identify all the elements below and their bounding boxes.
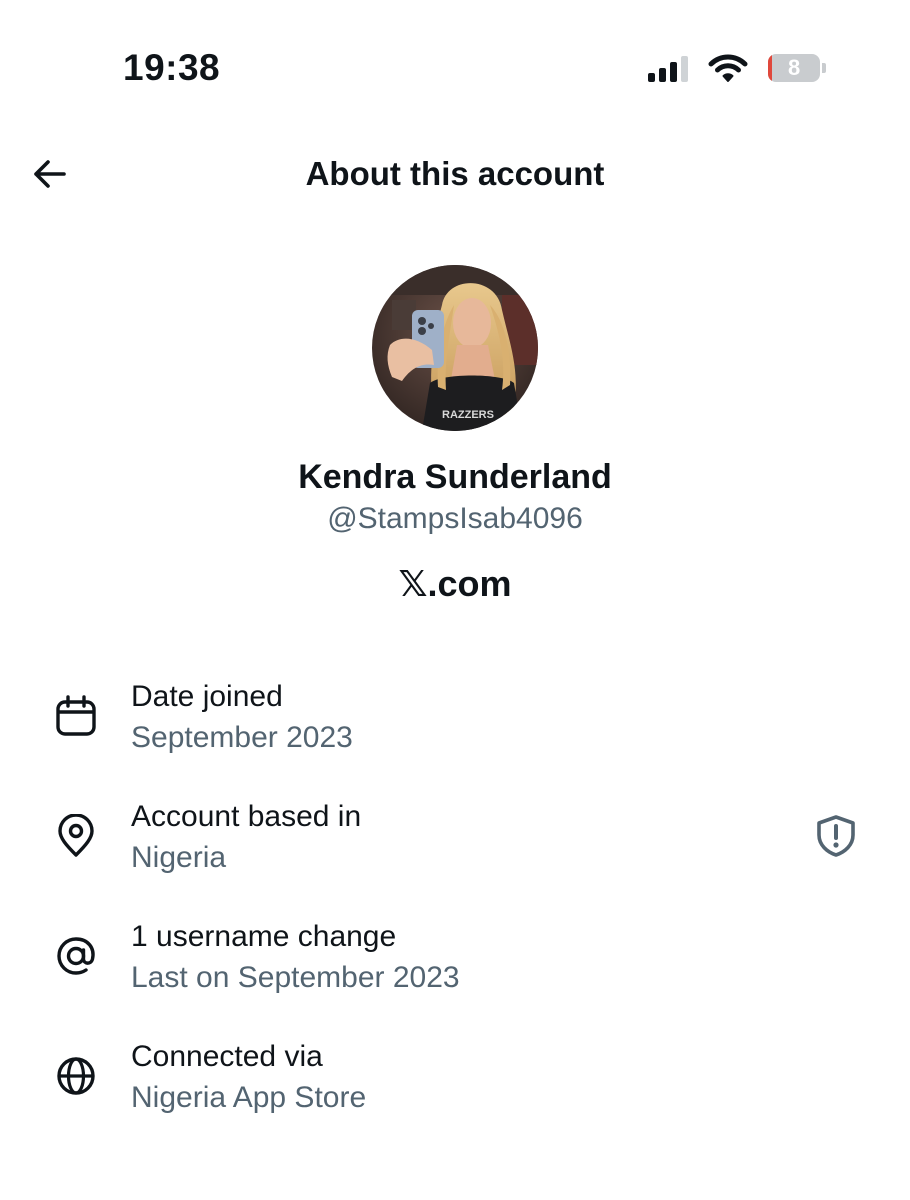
status-time: 19:38 — [123, 47, 221, 88]
info-title: Connected via — [131, 1040, 323, 1073]
site-label: 𝕏.com — [398, 563, 512, 604]
username-handle: @StampsIsab4096 — [327, 502, 583, 535]
info-title: Date joined — [131, 680, 283, 713]
info-row-connected-via: Connected via Nigeria App Store — [0, 1038, 910, 1134]
info-value: September 2023 — [131, 721, 353, 754]
calendar-icon — [56, 695, 96, 736]
info-value: Last on September 2023 — [131, 961, 460, 994]
avatar-shirt-text: RAZZERS — [442, 409, 494, 421]
battery-percentage: 8 — [787, 55, 801, 80]
status-icons: 8 — [648, 50, 826, 86]
shield-alert-icon[interactable] — [814, 814, 858, 858]
wifi-icon — [708, 54, 748, 82]
info-value: Nigeria App Store — [131, 1081, 367, 1114]
page-title: About this account — [305, 155, 605, 192]
cellular-signal-icon — [648, 54, 688, 82]
info-row-account-based-in: Account based in Nigeria — [0, 798, 910, 894]
info-value: Nigeria — [131, 841, 227, 874]
info-row-username-change: 1 username change Last on September 2023 — [0, 918, 910, 1014]
display-name: Kendra Sunderland — [298, 458, 612, 496]
globe-icon — [57, 1057, 95, 1095]
info-row-date-joined: Date joined September 2023 — [0, 678, 910, 774]
battery-icon: 8 — [768, 53, 826, 83]
info-title: Account based in — [131, 800, 362, 833]
avatar[interactable]: RAZZERS — [372, 265, 538, 431]
location-pin-icon — [58, 814, 94, 857]
at-sign-icon — [57, 937, 95, 975]
info-title: 1 username change — [131, 920, 397, 953]
